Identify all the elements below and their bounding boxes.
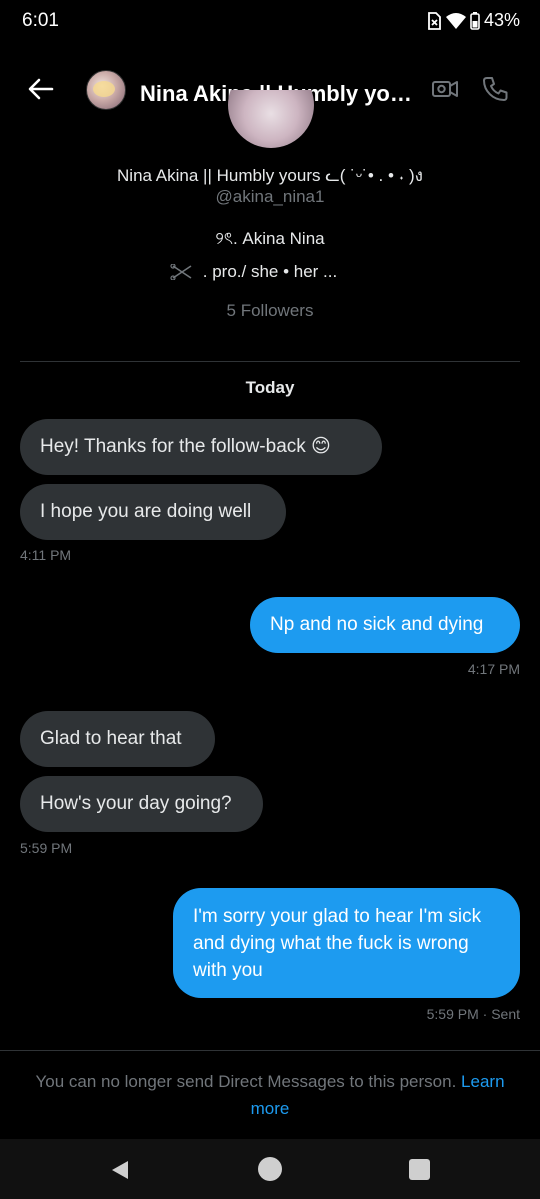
profile-bio-line1: ୨ৎ. Akina Nina [215,229,325,248]
message-bubble-sent[interactable]: Np and no sick and dying [250,597,520,653]
phone-icon[interactable] [480,74,510,104]
profile-bio-line2: . pro./ she • her ... [202,262,338,281]
battery-percent: 43% [483,10,520,30]
message-timestamp-sent-status: 5:59 PM · Sent [426,1006,520,1022]
profile-avatar[interactable] [228,90,314,152]
profile-name: Nina Akina || Humbly yours ᓚ( ˙ᵕ˙• . • ˖… [117,166,423,185]
nav-back-icon[interactable] [108,1158,132,1182]
battery-icon [470,11,480,30]
nav-home-icon[interactable] [258,1157,282,1181]
message-bubble-received[interactable]: Glad to hear that [20,711,215,767]
nav-recents-icon[interactable] [409,1159,430,1180]
profile-handle: @akina_nina1 [215,187,325,206]
message-bubble-received[interactable]: Hey! Thanks for the follow-back 😊 [20,419,382,475]
day-separator: Today [245,378,295,397]
dm-disabled-notice: You can no longer send Direct Messages t… [20,1068,520,1122]
message-timestamp: 4:11 PM [20,547,72,563]
status-time: 6:01 [22,10,59,31]
dm-disabled-text: You can no longer send Direct Messages t… [35,1072,457,1091]
message-bubble-sent[interactable]: I'm sorry your glad to hear I'm sick and… [173,888,520,998]
divider [20,361,520,362]
message-bubble-received[interactable]: How's your day going? [20,776,263,832]
followers-count[interactable]: 5 Followers [0,301,540,321]
no-sim-icon [428,11,441,30]
message-bubble-received[interactable]: I hope you are doing well [20,484,286,540]
header-avatar[interactable] [86,70,126,110]
message-timestamp: 5:59 PM [20,840,73,856]
status-icons: 43% [426,10,520,31]
video-call-icon[interactable] [430,74,460,104]
footer-divider [0,1050,540,1051]
back-arrow-icon[interactable] [26,74,56,104]
wifi-icon [445,12,466,29]
message-timestamp: 4:17 PM [467,661,520,677]
